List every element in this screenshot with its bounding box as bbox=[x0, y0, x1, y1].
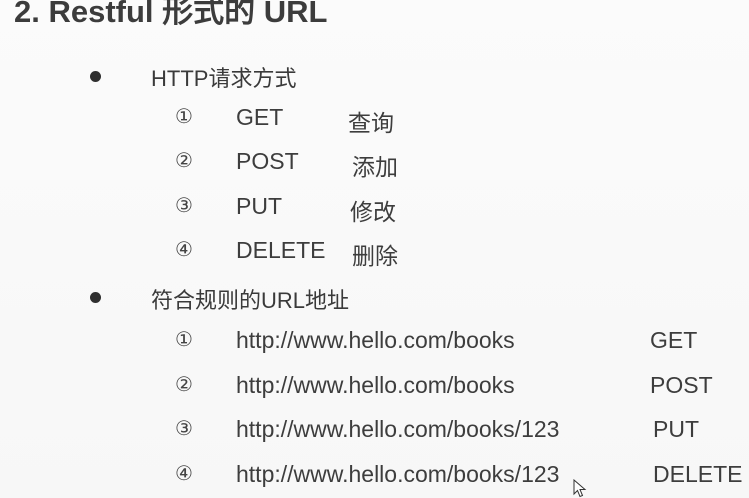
circled-number: ④ bbox=[175, 239, 193, 261]
slide: 2. Restful 形式的 URL HTTP请求方式 ① GET 查询 ② P… bbox=[0, 0, 749, 498]
circled-number: ④ bbox=[175, 463, 193, 485]
circled-number: ② bbox=[175, 374, 193, 396]
slide-heading: 2. Restful 形式的 URL bbox=[14, 0, 328, 29]
circled-number: ② bbox=[175, 150, 193, 172]
method-name: PUT bbox=[236, 193, 282, 219]
method-description: 删除 bbox=[352, 243, 398, 269]
url-text: http://www.hello.com/books bbox=[236, 372, 515, 398]
method-name: POST bbox=[650, 372, 713, 398]
method-name: GET bbox=[236, 104, 284, 130]
url-text: http://www.hello.com/books/123 bbox=[236, 461, 560, 487]
method-description: 添加 bbox=[352, 154, 398, 180]
circled-number: ① bbox=[175, 329, 193, 351]
section-label-url-rules: 符合规则的URL地址 bbox=[151, 288, 350, 313]
method-description: 修改 bbox=[350, 199, 396, 225]
method-name: POST bbox=[236, 148, 299, 174]
url-text: http://www.hello.com/books/123 bbox=[236, 416, 560, 442]
method-name: DELETE bbox=[653, 461, 743, 487]
circled-number: ③ bbox=[175, 418, 193, 440]
method-name: PUT bbox=[653, 416, 699, 442]
circled-number: ① bbox=[175, 106, 193, 128]
section-label-http-methods: HTTP请求方式 bbox=[151, 66, 297, 91]
method-description: 查询 bbox=[348, 110, 394, 136]
method-name: DELETE bbox=[236, 237, 326, 263]
mouse-pointer-icon bbox=[573, 479, 587, 498]
method-name: GET bbox=[650, 327, 698, 353]
bullet-icon bbox=[90, 292, 101, 303]
circled-number: ③ bbox=[175, 195, 193, 217]
url-text: http://www.hello.com/books bbox=[236, 327, 515, 353]
bullet-icon bbox=[90, 71, 101, 82]
